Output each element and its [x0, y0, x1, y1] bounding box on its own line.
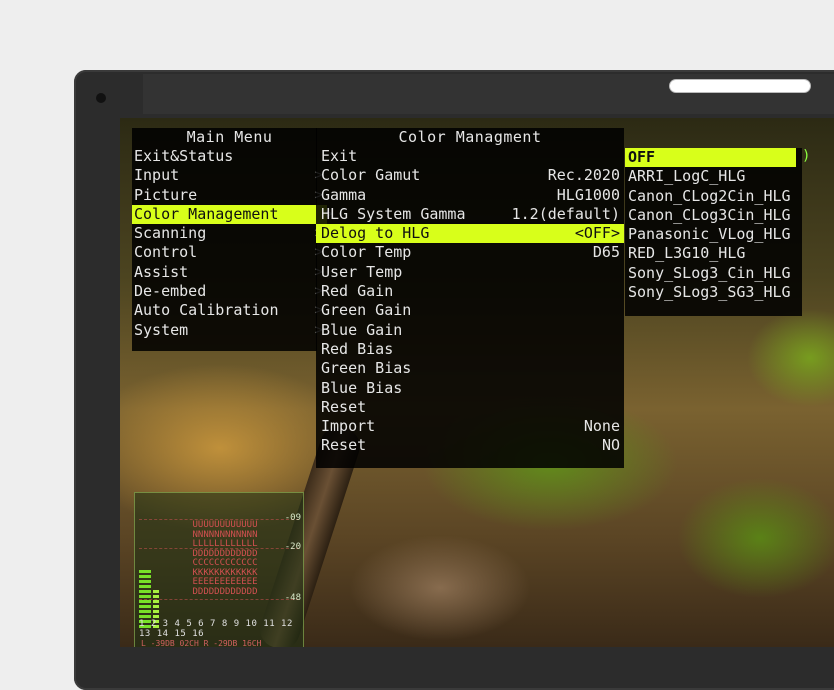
color-menu-item-value: NO [601, 436, 620, 455]
color-menu-item[interactable]: Color Temp D65 [316, 243, 624, 262]
delog-option[interactable]: Sony_SLog3_Cin_HLG [625, 264, 802, 283]
main-menu-item-label: Input [134, 166, 180, 185]
color-management-menu: Color Managment Exit Color Gamut Rec.2020 G… [316, 128, 624, 468]
color-menu-item[interactable]: Gamma HLG1000 [316, 186, 624, 205]
meter-line [139, 599, 299, 600]
main-menu-item-label: Assist [134, 262, 189, 281]
main-menu-item[interactable]: Auto Calibration> [132, 301, 323, 320]
color-menu-item[interactable]: Blue Gain [316, 321, 624, 340]
delog-option-label: Panasonic_VLog_HLG [628, 225, 791, 244]
color-menu-item[interactable]: HLG System Gamma 1.2(default) [316, 205, 624, 224]
color-menu-item[interactable]: Delog to HLG <OFF> [316, 224, 624, 244]
meter-info: L -39DB 02CH R -29DB 16CH [141, 639, 262, 647]
main-menu: Main Menu Exit&StatusInput>Picture>Color… [132, 128, 333, 351]
main-menu-item-label: Control [134, 243, 198, 262]
color-menu-item-value: 1.2(default) [511, 204, 620, 223]
color-menu-item[interactable]: Green Bias [316, 359, 624, 378]
main-menu-item[interactable]: Assist> [132, 262, 323, 282]
status-mark-icon: ) [802, 148, 811, 164]
main-menu-item[interactable]: Exit&Status [132, 147, 317, 166]
color-menu-item-label: Blue Bias [321, 378, 403, 397]
main-menu-item[interactable]: Input> [132, 166, 323, 185]
color-menu-item-value: D65 [592, 243, 620, 262]
color-menu-item-label: Color Gamut [321, 166, 421, 185]
main-menu-item-label: Scanning [134, 224, 207, 243]
main-menu-item-label: Color Management [134, 204, 279, 223]
color-menu-item[interactable]: Red Gain [316, 282, 624, 301]
color-menu-item-value: <OFF> [574, 224, 620, 243]
main-menu-title: Main Menu [186, 128, 273, 146]
color-menu-item-value: Rec.2020 [547, 166, 620, 185]
color-menu-item[interactable]: Reset NO [316, 436, 624, 455]
main-menu-item[interactable]: Picture> [132, 185, 323, 205]
color-menu-item-label: Red Bias [321, 339, 394, 358]
meter-channels: 1 2 3 4 5 6 7 8 9 10 11 12 13 14 15 16 [139, 619, 293, 639]
delog-option-label: RED_L3G10_HLG [628, 244, 746, 263]
sensor-dot-icon [96, 93, 106, 103]
main-menu-item-label: De-embed [134, 282, 207, 301]
delog-option-label: OFF [628, 148, 656, 166]
color-menu-item[interactable]: Blue Bias [316, 379, 624, 398]
main-menu-item[interactable]: De-embed> [132, 282, 323, 301]
color-menu-item-label: Green Gain [321, 301, 412, 320]
color-menu-title: Color Managment [398, 128, 542, 146]
main-menu-item[interactable]: Color Management> [132, 204, 333, 225]
main-menu-item-label: Exit&Status [134, 147, 234, 165]
main-menu-item[interactable]: Control> [132, 243, 323, 262]
meter-grid: UUUUUUUUUUUU NNNNNNNNNNNN LLLLLLLLLLLL DDDD… [192, 520, 258, 597]
color-menu-item-label: Red Gain [321, 282, 394, 301]
color-menu-item-label: Green Bias [321, 359, 412, 378]
delog-option[interactable]: OFF [625, 148, 796, 168]
color-menu-item-label: Reset [321, 397, 367, 416]
delog-option-label: ARRI_LogC_HLG [628, 167, 746, 186]
main-menu-item-label: Picture [134, 185, 198, 204]
delog-option-label: Canon_CLog3Cin_HLG [628, 205, 791, 224]
color-menu-item-label: Color Temp [321, 243, 412, 262]
delog-option[interactable]: Canon_CLog3Cin_HLG [625, 206, 802, 225]
delog-options-list: OFF ARRI_LogC_HLG Canon_CLog2Cin_HLG Canon_… [625, 148, 802, 316]
color-menu-item-label: Delog to HLG [321, 224, 430, 243]
color-menu-item-label: Gamma [321, 185, 367, 204]
color-menu-item[interactable]: Red Bias [316, 340, 624, 359]
color-menu-item-label: Exit [321, 147, 358, 165]
color-menu-item[interactable]: Reset [316, 398, 624, 417]
color-menu-item-label: User Temp [321, 262, 403, 281]
color-menu-item[interactable]: Color Gamut Rec.2020 [316, 166, 624, 185]
main-menu-item[interactable]: System> [132, 320, 323, 340]
main-menu-item[interactable]: Scanning> [132, 224, 323, 243]
color-menu-item[interactable]: Green Gain [316, 301, 624, 320]
delog-option[interactable]: Panasonic_VLog_HLG [625, 225, 802, 244]
color-menu-item[interactable]: User Temp [316, 263, 624, 282]
color-menu-item-label: HLG System Gamma [321, 204, 466, 223]
color-menu-item-value: None [583, 417, 620, 436]
main-menu-item-label: Auto Calibration [134, 301, 279, 320]
delog-option[interactable]: RED_L3G10_HLG [625, 244, 802, 263]
top-bar-indicator [670, 80, 810, 92]
color-menu-item[interactable]: Exit [316, 147, 624, 166]
color-menu-item-value: HLG1000 [556, 185, 620, 204]
color-menu-item-label: Reset [321, 436, 367, 455]
monitor-screen: Main Menu Exit&StatusInput>Picture>Color… [120, 118, 834, 647]
audio-meter: -09 -20 -48 UUUUUUUUUUUU NNNNNNNNNNNN LLLL… [134, 492, 304, 647]
delog-option[interactable]: ARRI_LogC_HLG [625, 167, 802, 186]
color-menu-item-label: Blue Gain [321, 320, 403, 339]
delog-option[interactable]: Canon_CLog2Cin_HLG [625, 187, 802, 206]
delog-option-label: Sony_SLog3_SG3_HLG [628, 283, 791, 302]
main-menu-item-label: System [134, 320, 189, 339]
delog-option[interactable]: Sony_SLog3_SG3_HLG [625, 283, 802, 302]
delog-option-label: Canon_CLog2Cin_HLG [628, 186, 791, 205]
color-menu-item[interactable]: Import None [316, 417, 624, 436]
color-menu-item-label: Import [321, 417, 376, 436]
delog-option-label: Sony_SLog3_Cin_HLG [628, 263, 791, 282]
